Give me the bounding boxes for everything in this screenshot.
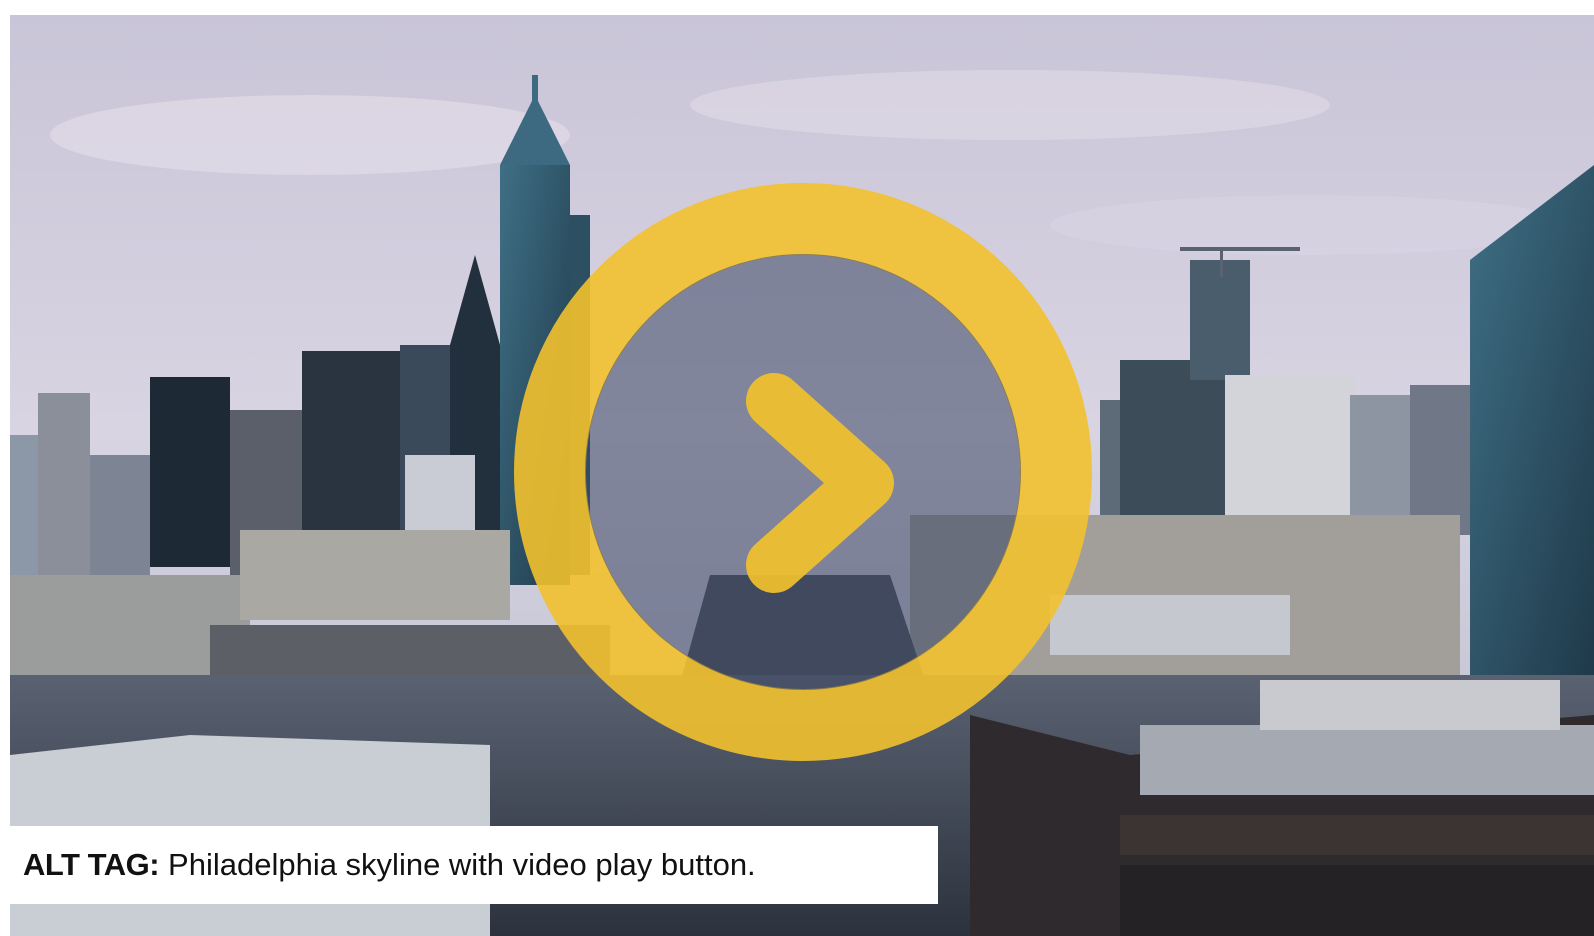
video-thumbnail[interactable] — [10, 15, 1594, 936]
alt-tag-text: Philadelphia skyline with video play but… — [168, 847, 756, 882]
play-icon — [514, 183, 1092, 761]
alt-tag-label: ALT TAG: — [23, 847, 160, 882]
play-button[interactable] — [514, 183, 1092, 761]
alt-tag-caption: ALT TAG: Philadelphia skyline with video… — [10, 826, 938, 904]
